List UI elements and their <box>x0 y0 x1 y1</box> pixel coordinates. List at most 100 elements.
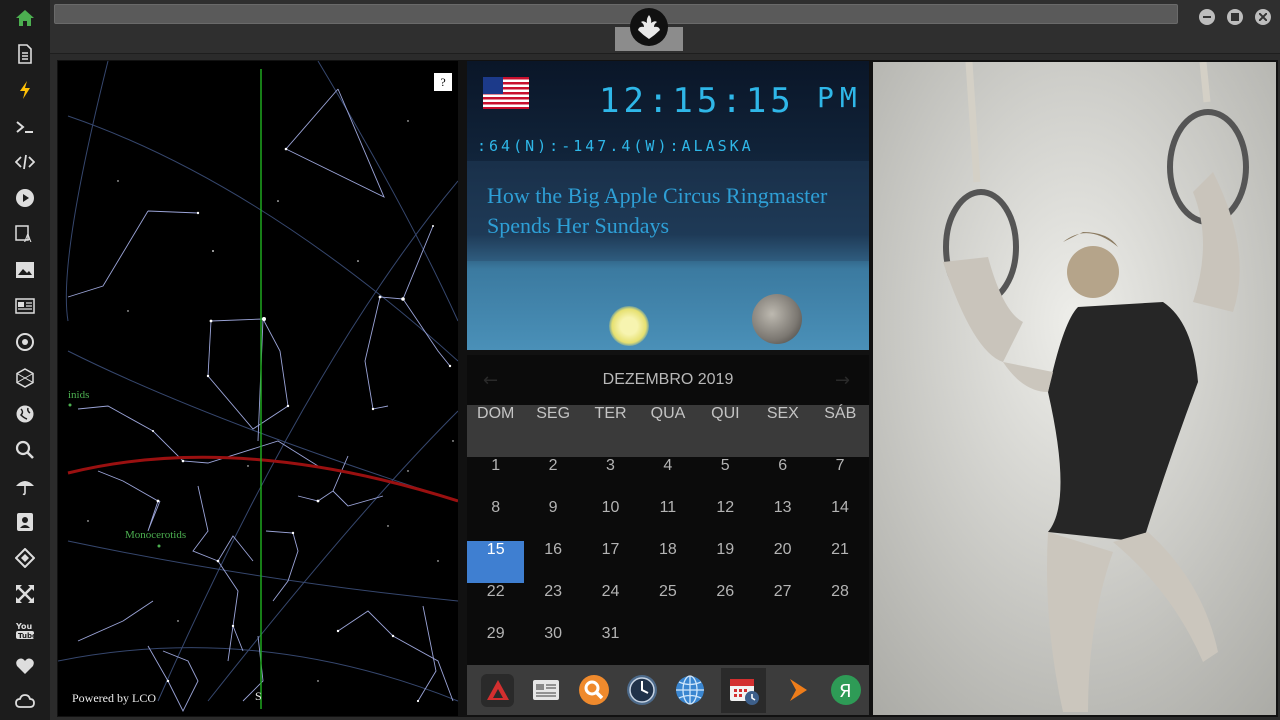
meteor-shower-label: Monocerotids <box>125 529 187 541</box>
home-icon[interactable] <box>13 6 37 30</box>
calendar-day[interactable]: 19 <box>697 541 754 583</box>
play-icon[interactable] <box>13 186 37 210</box>
svg-text:A: A <box>24 232 32 244</box>
calendar-day[interactable]: 6 <box>754 457 811 499</box>
calendar-day[interactable]: 2 <box>524 457 581 499</box>
weekday-label: SEX <box>766 405 799 422</box>
document-icon[interactable] <box>13 42 37 66</box>
meteor-shower-label: inids <box>68 389 90 401</box>
terminal-icon[interactable] <box>13 115 37 139</box>
cloud-icon[interactable] <box>13 690 37 714</box>
calendar-day[interactable]: 3 <box>582 457 639 499</box>
code-icon[interactable] <box>13 150 37 174</box>
app-launcher-icon[interactable] <box>481 673 514 707</box>
sidebar: A You Tube <box>0 0 50 720</box>
youtube-icon[interactable]: You Tube <box>13 618 37 642</box>
play-arrow-icon[interactable] <box>781 674 814 707</box>
calendar-week: 1 2 3 4 5 6 7 <box>467 457 869 499</box>
weekday-label: TER <box>594 405 627 422</box>
search-icon[interactable] <box>577 674 610 707</box>
rebel-logo-icon[interactable] <box>630 8 668 46</box>
calendar-day[interactable]: 12 <box>697 499 754 541</box>
calendar-icon[interactable] <box>721 667 766 713</box>
calendar-day[interactable]: 26 <box>697 583 754 625</box>
calendar-week: 8 9 10 11 12 13 14 <box>467 499 869 541</box>
calendar-day[interactable]: 5 <box>697 457 754 499</box>
news-icon[interactable] <box>13 294 37 318</box>
clock-icon[interactable] <box>625 674 658 707</box>
address-bar[interactable] <box>54 4 1178 24</box>
lightning-icon[interactable] <box>13 78 37 102</box>
calendar-header: ← DEZEMBRO 2019 → <box>467 355 869 405</box>
calendar-day[interactable]: 25 <box>639 583 696 625</box>
calendar-day[interactable] <box>697 625 754 667</box>
calendar-week: 22 23 24 25 26 27 28 <box>467 583 869 625</box>
calendar-day[interactable]: 29 <box>467 625 524 667</box>
maximize-button[interactable] <box>1227 9 1243 25</box>
calendar-day[interactable]: 9 <box>524 499 581 541</box>
hexagon-icon[interactable] <box>13 366 37 390</box>
clock-time: 12:15:15 <box>599 81 795 121</box>
expand-icon[interactable] <box>13 582 37 606</box>
umbrella-icon[interactable] <box>13 474 37 498</box>
moon-icon <box>752 294 802 344</box>
calendar-day[interactable]: 23 <box>524 583 581 625</box>
calendar-day[interactable]: 18 <box>639 541 696 583</box>
weekday-label: SEG <box>536 405 571 422</box>
calendar-day[interactable] <box>639 625 696 667</box>
svg-text:Я: Я <box>839 681 852 702</box>
sky-map[interactable]: ? inids Monocerotids S Powered by LCO <box>58 61 458 716</box>
calendar-day[interactable]: 1 <box>467 457 524 499</box>
calendar-day[interactable]: 11 <box>639 499 696 541</box>
svg-text:You: You <box>15 622 33 631</box>
calendar-day[interactable]: 13 <box>754 499 811 541</box>
calendar-day[interactable]: 16 <box>524 541 581 583</box>
minimize-button[interactable] <box>1199 9 1215 25</box>
weekday-label: DOM <box>477 405 515 422</box>
credit-label: Powered by LCO <box>72 691 156 705</box>
news-headline[interactable]: How the Big Apple Circus Ringmaster Spen… <box>487 181 857 241</box>
next-month-button[interactable]: → <box>835 370 850 391</box>
translate-icon[interactable]: A <box>13 222 37 246</box>
yandex-icon[interactable]: Я <box>829 674 862 707</box>
calendar-day[interactable] <box>754 625 811 667</box>
close-button[interactable] <box>1255 9 1271 25</box>
star-chart <box>58 61 458 713</box>
globe-icon[interactable] <box>13 402 37 426</box>
calendar-day[interactable]: 17 <box>582 541 639 583</box>
weekday-label: QUA <box>650 405 686 422</box>
calendar-day[interactable]: 14 <box>811 499 868 541</box>
svg-text:Tube: Tube <box>18 632 35 640</box>
calendar-day[interactable]: 20 <box>754 541 811 583</box>
search-icon[interactable] <box>13 438 37 462</box>
help-button[interactable]: ? <box>434 73 452 91</box>
calendar-day[interactable]: 31 <box>582 625 639 667</box>
calendar-day[interactable]: 27 <box>754 583 811 625</box>
news-headline-box[interactable]: How the Big Apple Circus Ringmaster Spen… <box>467 161 869 261</box>
globe-icon[interactable] <box>673 674 706 707</box>
calendar-day[interactable] <box>811 625 868 667</box>
clock-widget: 12:15:15 PM :64(N):-147.4(W):ALASKA How … <box>467 61 869 350</box>
rebel-icon[interactable] <box>13 330 37 354</box>
news-reader-icon[interactable] <box>529 674 562 707</box>
calendar-day-today[interactable]: 15 <box>467 541 525 583</box>
calendar-day[interactable]: 30 <box>524 625 581 667</box>
tag-icon[interactable] <box>13 546 37 570</box>
compass-south-label: S <box>255 689 262 703</box>
calendar-day[interactable]: 22 <box>467 583 524 625</box>
heart-icon[interactable] <box>13 654 37 678</box>
calendar-month-title: DEZEMBRO 2019 <box>602 371 734 388</box>
contact-card-icon[interactable] <box>13 510 37 534</box>
calendar-day[interactable]: 10 <box>582 499 639 541</box>
top-bar <box>50 0 1280 54</box>
app-dock: Я <box>467 665 869 715</box>
prev-month-button[interactable]: ← <box>483 370 498 391</box>
calendar-day[interactable]: 7 <box>811 457 868 499</box>
image-icon[interactable] <box>13 258 37 282</box>
calendar-day[interactable]: 28 <box>811 583 868 625</box>
calendar-day[interactable]: 8 <box>467 499 524 541</box>
calendar-day[interactable]: 21 <box>811 541 868 583</box>
calendar-day[interactable]: 24 <box>582 583 639 625</box>
calendar-widget: ← DEZEMBRO 2019 → DOM SEG TER QUA QUI SE… <box>467 355 869 665</box>
calendar-day[interactable]: 4 <box>639 457 696 499</box>
